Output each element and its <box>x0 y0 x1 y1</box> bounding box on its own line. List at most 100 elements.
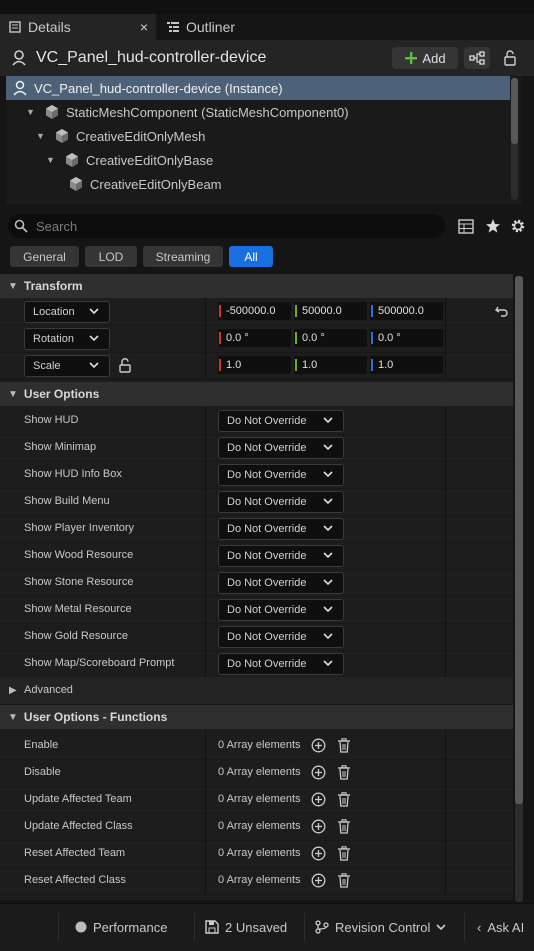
scale-y-field[interactable]: 1.0 <box>294 356 367 374</box>
chevron-down-icon <box>323 578 333 586</box>
chevron-left-icon: ‹ <box>477 919 482 935</box>
rotation-z-field[interactable]: 0.0 ° <box>370 329 443 347</box>
unsaved-button[interactable]: 2 Unsaved <box>194 913 297 941</box>
details-panel: ▼ Transform Location -500000.0 50000.0 5… <box>0 274 513 900</box>
cube-icon <box>64 152 80 168</box>
close-icon[interactable]: × <box>140 19 148 35</box>
add-component-button[interactable]: Add <box>392 47 458 69</box>
chevron-down-icon <box>323 659 333 667</box>
section-user-options[interactable]: ▼ User Options <box>0 382 513 406</box>
trash-icon[interactable] <box>337 738 351 753</box>
location-z-field[interactable]: 500000.0 <box>370 302 443 320</box>
actor-icon <box>12 80 28 96</box>
trash-icon[interactable] <box>337 765 351 780</box>
array-count: 0 Array elements <box>218 847 301 859</box>
collapse-arrow-icon[interactable]: ▼ <box>8 712 18 723</box>
override-dropdown[interactable]: Do Not Override <box>218 518 344 540</box>
save-icon <box>205 920 219 934</box>
details-icon <box>8 20 22 34</box>
filter-streaming[interactable]: Streaming <box>143 246 223 267</box>
expand-arrow-icon[interactable]: ▼ <box>26 107 36 117</box>
location-label: Location <box>33 306 75 318</box>
section-title: Transform <box>23 279 83 293</box>
override-dropdown[interactable]: Do Not Override <box>218 410 344 432</box>
trash-icon[interactable] <box>337 819 351 834</box>
revision-control-button[interactable]: Revision Control <box>304 913 455 941</box>
tree-item-edit-mesh[interactable]: ▼ CreativeEditOnlyMesh <box>6 124 510 148</box>
override-dropdown[interactable]: Do Not Override <box>218 491 344 513</box>
filter-all[interactable]: All <box>229 246 273 267</box>
gear-icon[interactable] <box>510 218 526 234</box>
override-dropdown[interactable]: Do Not Override <box>218 572 344 594</box>
add-element-icon[interactable] <box>311 792 326 807</box>
location-y-field[interactable]: 50000.0 <box>294 302 367 320</box>
trash-icon[interactable] <box>337 846 351 861</box>
component-tree: VC_Panel_hud-controller-device (Instance… <box>6 76 522 204</box>
add-element-icon[interactable] <box>311 765 326 780</box>
advanced-row[interactable]: ▶ Advanced <box>0 677 513 705</box>
tree-item-edit-beam[interactable]: CreativeEditOnlyBeam <box>6 172 510 196</box>
details-scrollbar-thumb[interactable] <box>515 276 523 804</box>
tree-item-static-mesh[interactable]: ▼ StaticMeshComponent (StaticMeshCompone… <box>6 100 510 124</box>
tab-outliner[interactable]: Outliner <box>158 14 278 40</box>
location-x-field[interactable]: -500000.0 <box>218 302 291 320</box>
scale-mode-dropdown[interactable]: Scale <box>24 355 110 377</box>
option-row-show-stone-resource: Show Stone Resource Do Not Override <box>0 569 513 597</box>
scale-x-field[interactable]: 1.0 <box>218 356 291 374</box>
override-dropdown[interactable]: Do Not Override <box>218 626 344 648</box>
override-dropdown[interactable]: Do Not Override <box>218 464 344 486</box>
add-element-icon[interactable] <box>311 738 326 753</box>
filter-general[interactable]: General <box>10 246 79 267</box>
lock-icon[interactable] <box>503 50 517 66</box>
rotation-y-field[interactable]: 0.0 ° <box>294 329 367 347</box>
transform-row-scale: Scale 1.0 1.0 1.0 <box>0 352 513 380</box>
blueprint-icon <box>469 51 485 65</box>
collapse-arrow-icon[interactable]: ▼ <box>8 389 18 400</box>
tree-item-edit-base[interactable]: ▼ CreativeEditOnlyBase <box>6 148 510 172</box>
cube-icon <box>54 128 70 144</box>
tree-scrollbar[interactable] <box>511 78 518 200</box>
option-row-show-hud-info-box: Show HUD Info Box Do Not Override <box>0 461 513 489</box>
tree-item-label: StaticMeshComponent (StaticMeshComponent… <box>66 104 349 120</box>
section-title: User Options - Functions <box>23 710 168 724</box>
add-element-icon[interactable] <box>311 873 326 888</box>
scale-z-field[interactable]: 1.0 <box>370 356 443 374</box>
rotation-x-field[interactable]: 0.0 ° <box>218 329 291 347</box>
expand-arrow-icon[interactable]: ▶ <box>9 685 17 696</box>
trash-icon[interactable] <box>337 792 351 807</box>
tab-details[interactable]: Details × <box>0 14 156 40</box>
tree-scrollbar-thumb[interactable] <box>511 78 518 144</box>
tree-item-label: VC_Panel_hud-controller-device (Instance… <box>34 80 283 96</box>
override-dropdown[interactable]: Do Not Override <box>218 599 344 621</box>
chevron-down-icon <box>323 632 333 640</box>
override-dropdown[interactable]: Do Not Override <box>218 545 344 567</box>
ask-ai-button[interactable]: ‹ Ask AI <box>464 913 534 941</box>
expand-arrow-icon[interactable]: ▼ <box>36 131 46 141</box>
expand-arrow-icon[interactable]: ▼ <box>46 155 56 165</box>
revision-control-label: Revision Control <box>335 919 431 935</box>
reset-arrow-icon[interactable] <box>495 305 509 317</box>
override-dropdown[interactable]: Do Not Override <box>218 437 344 459</box>
performance-button[interactable]: Performance <box>58 913 181 941</box>
add-element-icon[interactable] <box>311 819 326 834</box>
blueprint-button[interactable] <box>464 47 490 69</box>
branch-icon <box>315 920 329 934</box>
rotation-label: Rotation <box>33 333 74 345</box>
star-icon[interactable] <box>485 218 501 234</box>
add-element-icon[interactable] <box>311 846 326 861</box>
location-mode-dropdown[interactable]: Location <box>24 301 110 323</box>
table-view-icon[interactable] <box>458 219 474 234</box>
details-scrollbar[interactable] <box>515 276 523 902</box>
filter-lod[interactable]: LOD <box>85 246 137 267</box>
section-functions[interactable]: ▼ User Options - Functions <box>0 705 513 729</box>
option-row-show-wood-resource: Show Wood Resource Do Not Override <box>0 542 513 570</box>
collapse-arrow-icon[interactable]: ▼ <box>8 281 18 292</box>
rotation-mode-dropdown[interactable]: Rotation <box>24 328 110 350</box>
search-input[interactable]: Search <box>8 214 445 238</box>
trash-icon[interactable] <box>337 873 351 888</box>
cube-icon <box>44 104 60 120</box>
section-transform[interactable]: ▼ Transform <box>0 274 513 298</box>
override-dropdown[interactable]: Do Not Override <box>218 653 344 675</box>
tree-item-instance[interactable]: VC_Panel_hud-controller-device (Instance… <box>6 76 510 100</box>
unlock-icon[interactable] <box>118 358 132 373</box>
